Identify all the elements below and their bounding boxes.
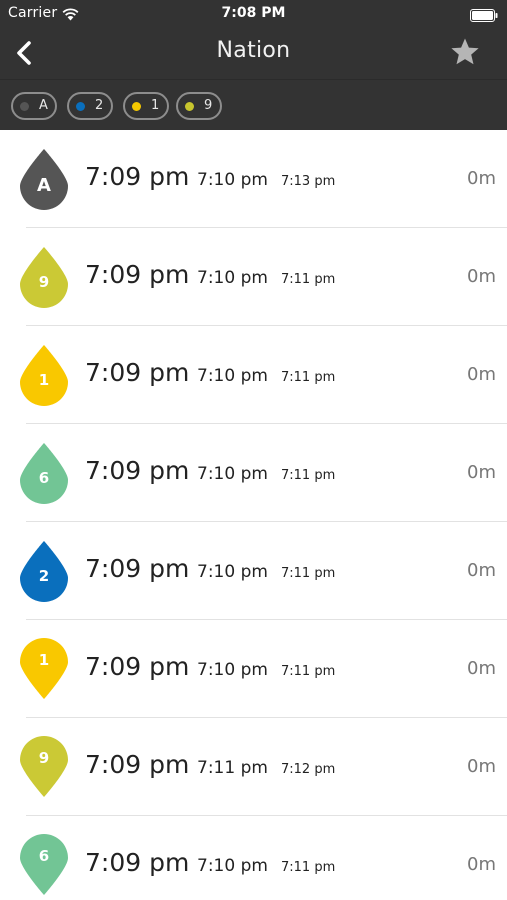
route-drop-icon: A [19, 148, 69, 210]
favorite-button[interactable] [449, 36, 481, 68]
next-departure-time: 7:09 pm [85, 848, 190, 877]
battery-icon [470, 7, 498, 22]
second-departure-time: 7:10 pm [197, 660, 268, 680]
eta-label: 0m [467, 462, 496, 483]
page-title: Nation [216, 38, 291, 63]
route-pin-icon: 9 [19, 736, 69, 798]
route-filter-chip[interactable]: 9 [176, 92, 222, 120]
eta-label: 0m [467, 854, 496, 875]
departure-row[interactable]: 6 7:09 pm 7:10 pm 7:11 pm 0m [0, 424, 507, 522]
route-filter-chip[interactable]: 1 [123, 92, 169, 120]
route-filter-label: 2 [95, 98, 104, 113]
eta-label: 0m [467, 168, 496, 189]
eta-label: 0m [467, 560, 496, 581]
third-departure-time: 7:12 pm [281, 762, 336, 777]
departure-row[interactable]: 2 7:09 pm 7:10 pm 7:11 pm 0m [0, 522, 507, 620]
route-filter-label: A [39, 98, 48, 113]
eta-label: 0m [467, 266, 496, 287]
next-departure-time: 7:09 pm [85, 652, 190, 681]
eta-label: 0m [467, 756, 496, 777]
next-departure-time: 7:09 pm [85, 554, 190, 583]
route-filter-label: 1 [151, 98, 160, 113]
route-drop-icon: 6 [19, 442, 69, 504]
departure-row[interactable]: 6 7:09 pm 7:10 pm 7:11 pm 0m [0, 816, 507, 900]
route-drop-icon: 1 [19, 344, 69, 406]
second-departure-time: 7:10 pm [197, 366, 268, 386]
next-departure-time: 7:09 pm [85, 358, 190, 387]
second-departure-time: 7:11 pm [197, 758, 268, 778]
route-color-dot [76, 102, 85, 111]
second-departure-time: 7:10 pm [197, 562, 268, 582]
departure-row[interactable]: 9 7:09 pm 7:10 pm 7:11 pm 0m [0, 228, 507, 326]
second-departure-time: 7:10 pm [197, 268, 268, 288]
departures-list: A 7:09 pm 7:10 pm 7:13 pm 0m 9 7:09 pm 7:10 pm 7… [0, 130, 507, 900]
route-label: 6 [38, 847, 50, 865]
route-color-dot [185, 102, 194, 111]
route-color-dot [132, 102, 141, 111]
third-departure-time: 7:11 pm [281, 860, 336, 875]
third-departure-time: 7:11 pm [281, 566, 336, 581]
route-filter-label: 9 [204, 98, 213, 113]
departure-row[interactable]: A 7:09 pm 7:10 pm 7:13 pm 0m [0, 130, 507, 228]
status-bar: Carrier 7:08 PM [0, 0, 507, 28]
third-departure-time: 7:11 pm [281, 370, 336, 385]
route-filter-chip[interactable]: 2 [67, 92, 113, 120]
third-departure-time: 7:11 pm [281, 468, 336, 483]
route-pin-icon: 6 [19, 834, 69, 896]
navigation-bar: Nation [0, 28, 507, 79]
star-icon [451, 38, 479, 65]
route-label: 2 [38, 567, 50, 585]
next-departure-time: 7:09 pm [85, 456, 190, 485]
eta-label: 0m [467, 364, 496, 385]
route-label: 6 [38, 469, 50, 487]
second-departure-time: 7:10 pm [197, 464, 268, 484]
route-filter-chip[interactable]: A [11, 92, 57, 120]
route-label: 9 [38, 273, 50, 291]
departure-row[interactable]: 1 7:09 pm 7:10 pm 7:11 pm 0m [0, 620, 507, 718]
next-departure-time: 7:09 pm [85, 162, 190, 191]
third-departure-time: 7:13 pm [281, 174, 336, 189]
eta-label: 0m [467, 658, 496, 679]
departure-row[interactable]: 1 7:09 pm 7:10 pm 7:11 pm 0m [0, 326, 507, 424]
status-time: 7:08 PM [221, 5, 286, 21]
second-departure-time: 7:10 pm [197, 170, 268, 190]
next-departure-time: 7:09 pm [85, 750, 190, 779]
route-label: 1 [38, 371, 50, 389]
second-departure-time: 7:10 pm [197, 856, 268, 876]
departure-row[interactable]: 9 7:09 pm 7:11 pm 7:12 pm 0m [0, 718, 507, 816]
route-filter-bar: A 2 1 9 [0, 79, 507, 130]
route-drop-icon: 9 [19, 246, 69, 308]
route-pin-icon: 1 [19, 638, 69, 700]
route-color-dot [20, 102, 29, 111]
third-departure-time: 7:11 pm [281, 272, 336, 287]
route-label: 9 [38, 749, 50, 767]
next-departure-time: 7:09 pm [85, 260, 190, 289]
route-drop-icon: 2 [19, 540, 69, 602]
third-departure-time: 7:11 pm [281, 664, 336, 679]
route-label: 1 [38, 651, 50, 669]
route-label: A [37, 175, 51, 196]
